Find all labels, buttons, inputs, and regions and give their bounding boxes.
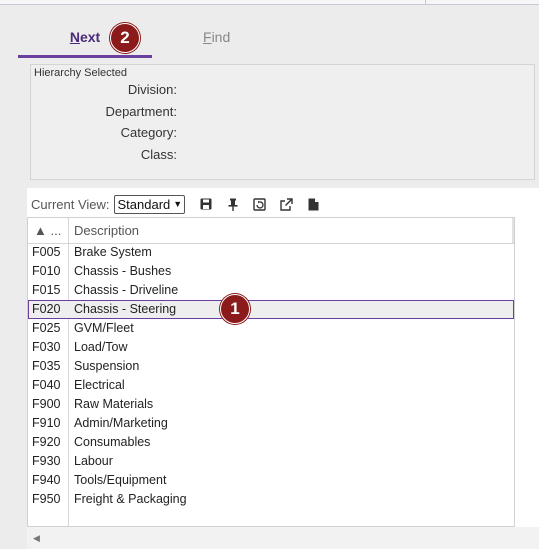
row-code: F020 [32,302,61,316]
row-code: F040 [32,378,61,392]
hierarchy-panel: Hierarchy Selected Division: Department:… [30,64,535,180]
table-row[interactable]: F010 Chassis - Bushes [28,262,514,281]
row-description: Electrical [74,378,125,392]
table-row[interactable]: F015 Chassis - Driveline [28,281,514,300]
table-row[interactable]: F040 Electrical [28,376,514,395]
row-description: Chassis - Steering [74,302,177,316]
row-code: F930 [32,454,61,468]
grid-toolbar: Current View: Standard ▼ [31,194,320,214]
tab-next-access-key: N [69,29,80,45]
row-description: Tools/Equipment [74,473,167,487]
column-resize-handle[interactable] [512,218,514,243]
tab-find[interactable]: Find [203,22,263,52]
row-description: Admin/Marketing [74,416,168,430]
table-row[interactable]: F940 Tools/Equipment [28,471,514,490]
row-description: Chassis - Driveline [74,283,179,297]
division-label: Division: [127,82,177,97]
step-badge-1: 1 [220,294,250,324]
step-badge-2: 2 [110,23,140,53]
row-code: F035 [32,359,61,373]
table-row[interactable]: F030 Load/Tow [28,338,514,357]
top-strip [0,0,539,5]
table-row[interactable]: F910 Admin/Marketing [28,414,514,433]
row-code: F940 [32,473,61,487]
scroll-left-icon[interactable]: ◀ [33,533,40,544]
current-view-label: Current View: [31,196,110,212]
department-label: Department: [105,104,177,119]
row-code: F030 [32,340,61,354]
row-description: Labour [74,454,113,468]
row-code: F950 [32,492,61,506]
row-code: F920 [32,435,61,449]
row-code: F900 [32,397,61,411]
view-select-value: Standard [117,196,171,212]
save-icon[interactable] [199,198,212,211]
table-row[interactable]: F930 Labour [28,452,514,471]
class-label: Class: [140,147,177,162]
row-description: Load/Tow [74,340,128,354]
column-header-description[interactable]: Description [74,223,139,238]
table-row[interactable]: F020 Chassis - Steering [28,300,514,319]
row-code: F025 [32,321,61,335]
row-code: F010 [32,264,61,278]
table-row[interactable]: F025 GVM/Fleet [28,319,514,338]
view-select[interactable]: Standard ▼ [113,194,186,214]
table-row[interactable]: F920 Consumables [28,433,514,452]
chevron-down-icon: ▼ [173,199,183,209]
tab-find-label: ind [211,29,231,45]
table-header: ▲ ... Description [28,218,514,244]
category-label: Category: [120,125,177,140]
divider [425,0,426,5]
row-description: Suspension [74,359,140,373]
grid-panel: Current View: Standard ▼ ▲ ... Descripti… [27,188,539,549]
row-code: F910 [32,416,61,430]
results-table: ▲ ... Description F005 Brake System F010 Ch… [27,217,515,527]
tab-active-indicator [18,55,152,58]
table-row[interactable]: F900 Raw Materials [28,395,514,414]
tab-find-access-key: F [203,29,212,45]
table-row[interactable]: F950 Freight & Packaging [28,490,514,509]
hierarchy-title: Hierarchy Selected [34,67,127,79]
row-description: Brake System [74,245,152,259]
row-code: F015 [32,283,61,297]
row-description: Raw Materials [74,397,154,411]
export-icon[interactable] [280,197,293,211]
row-description: Consumables [74,435,151,449]
row-description: Chassis - Bushes [74,264,172,278]
table-row[interactable]: F035 Suspension [28,357,514,376]
restore-view-icon[interactable] [253,197,266,211]
column-header-code[interactable]: ▲ ... [34,223,61,238]
tab-next-label: ext [79,29,101,45]
tab-bar: Next Find 2 [18,22,518,58]
row-description: Freight & Packaging [74,492,187,506]
document-icon[interactable] [307,198,320,211]
table-row[interactable]: F005 Brake System [28,243,514,262]
row-description: GVM/Fleet [74,321,134,335]
horizontal-scrollbar[interactable]: ◀ [27,527,539,549]
pin-icon[interactable] [226,198,239,211]
row-code: F005 [32,245,61,259]
